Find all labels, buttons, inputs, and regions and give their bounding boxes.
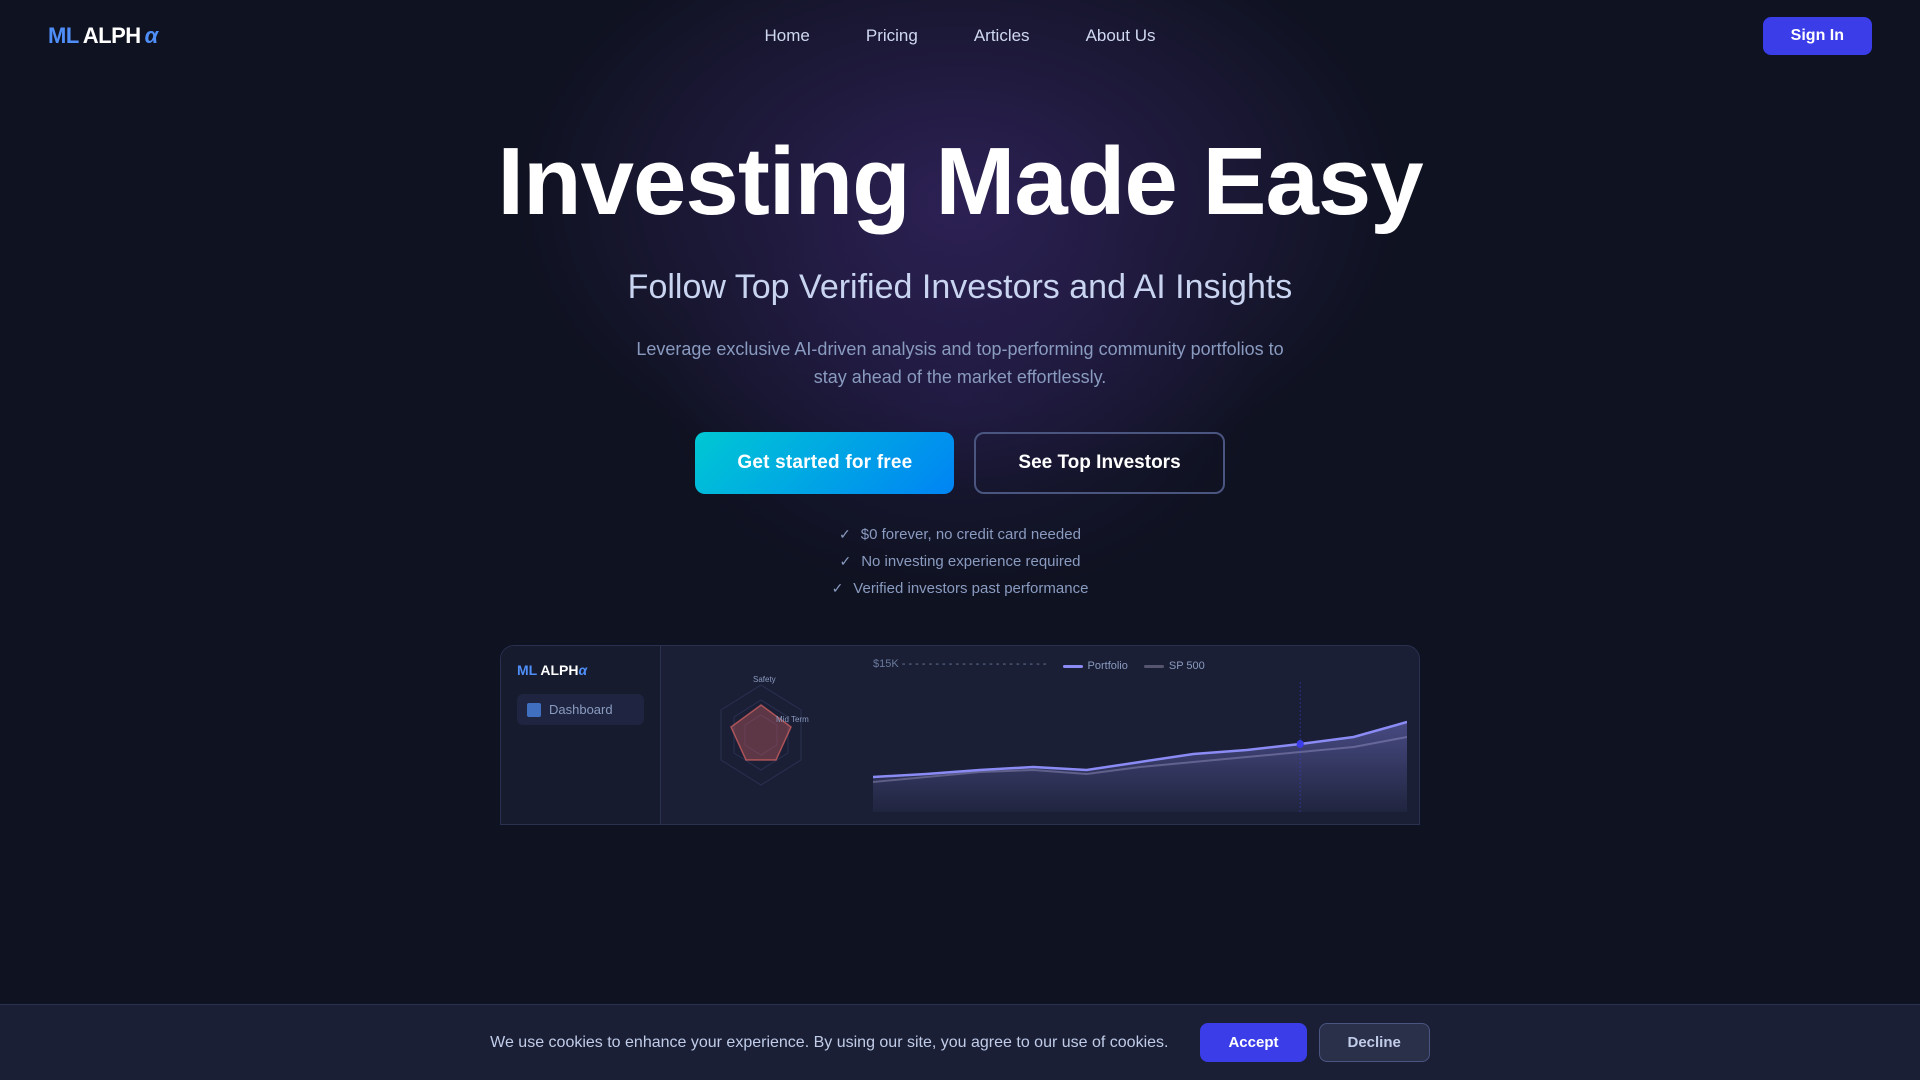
hero-buttons: Get started for free See Top Investors <box>0 432 1920 494</box>
legend-sp500: SP 500 <box>1144 658 1205 674</box>
feature-item-2: ✓ No investing experience required <box>839 553 1080 570</box>
dashboard-content: Safety Mid Term $15K - - - - - - - - - -… <box>661 646 1419 824</box>
dashboard-sidebar: ML ALPHα Dashboard <box>501 646 661 824</box>
legend-portfolio: Portfolio <box>1063 658 1128 674</box>
see-top-investors-button[interactable]: See Top Investors <box>974 432 1224 494</box>
chart-label-15k: $15K - - - - - - - - - - - - - - - - - -… <box>873 658 1047 670</box>
line-chart-svg <box>873 682 1407 812</box>
navbar: ML ALPH α Home Pricing Articles About Us… <box>0 0 1920 72</box>
logo-omega: α <box>145 23 158 49</box>
cookie-banner: We use cookies to enhance your experienc… <box>0 1004 1920 1080</box>
hero-subtitle: Follow Top Verified Investors and AI Ins… <box>0 265 1920 311</box>
legend-sp500-label: SP 500 <box>1169 660 1205 672</box>
radar-area: Safety Mid Term <box>661 646 861 824</box>
check-icon-1: ✓ <box>839 526 851 543</box>
dashboard-icon <box>527 703 541 717</box>
hero-section: Investing Made Easy Follow Top Verified … <box>0 72 1920 597</box>
nav-pricing[interactable]: Pricing <box>866 26 918 46</box>
chart-area: $15K - - - - - - - - - - - - - - - - - -… <box>861 646 1419 824</box>
nav-links: Home Pricing Articles About Us <box>765 26 1156 46</box>
legend-portfolio-label: Portfolio <box>1088 660 1128 672</box>
decline-button[interactable]: Decline <box>1319 1023 1430 1062</box>
logo[interactable]: ML ALPH α <box>48 23 158 49</box>
sidebar-logo-ml: ML <box>517 662 540 678</box>
check-icon-3: ✓ <box>832 580 844 597</box>
logo-alpha: ALPH <box>83 23 141 49</box>
legend-portfolio-dot <box>1063 665 1083 668</box>
feature-text-3: Verified investors past performance <box>853 580 1088 597</box>
dashboard-preview: ML ALPHα Dashboard Safety Mid Term <box>500 645 1420 825</box>
sidebar-logo: ML ALPHα <box>517 662 644 678</box>
svg-text:Mid Term: Mid Term <box>776 715 809 724</box>
nav-articles[interactable]: Articles <box>974 26 1030 46</box>
feature-text-1: $0 forever, no credit card needed <box>861 526 1081 543</box>
logo-ml: ML <box>48 23 79 49</box>
cookie-text: We use cookies to enhance your experienc… <box>490 1034 1168 1052</box>
radar-chart: Safety Mid Term <box>701 675 821 795</box>
svg-text:Safety: Safety <box>753 675 776 684</box>
chart-legend: $15K - - - - - - - - - - - - - - - - - -… <box>873 658 1407 674</box>
sidebar-logo-omega: α <box>578 662 587 678</box>
nav-home[interactable]: Home <box>765 26 810 46</box>
accept-button[interactable]: Accept <box>1200 1023 1306 1062</box>
nav-about[interactable]: About Us <box>1086 26 1156 46</box>
sidebar-dashboard-label: Dashboard <box>549 702 613 717</box>
feature-list: ✓ $0 forever, no credit card needed ✓ No… <box>0 526 1920 597</box>
cookie-buttons: Accept Decline <box>1200 1023 1429 1062</box>
feature-item-3: ✓ Verified investors past performance <box>832 580 1089 597</box>
hero-description: Leverage exclusive AI-driven analysis an… <box>620 335 1300 393</box>
sidebar-dashboard-item[interactable]: Dashboard <box>517 694 644 725</box>
sign-in-button[interactable]: Sign In <box>1763 17 1872 55</box>
check-icon-2: ✓ <box>839 553 851 570</box>
hero-title: Investing Made Easy <box>0 132 1920 233</box>
sidebar-logo-alpha: ALPH <box>540 662 578 678</box>
feature-text-2: No investing experience required <box>861 553 1080 570</box>
feature-item-1: ✓ $0 forever, no credit card needed <box>839 526 1081 543</box>
legend-sp500-dot <box>1144 665 1164 668</box>
get-started-button[interactable]: Get started for free <box>695 432 954 494</box>
